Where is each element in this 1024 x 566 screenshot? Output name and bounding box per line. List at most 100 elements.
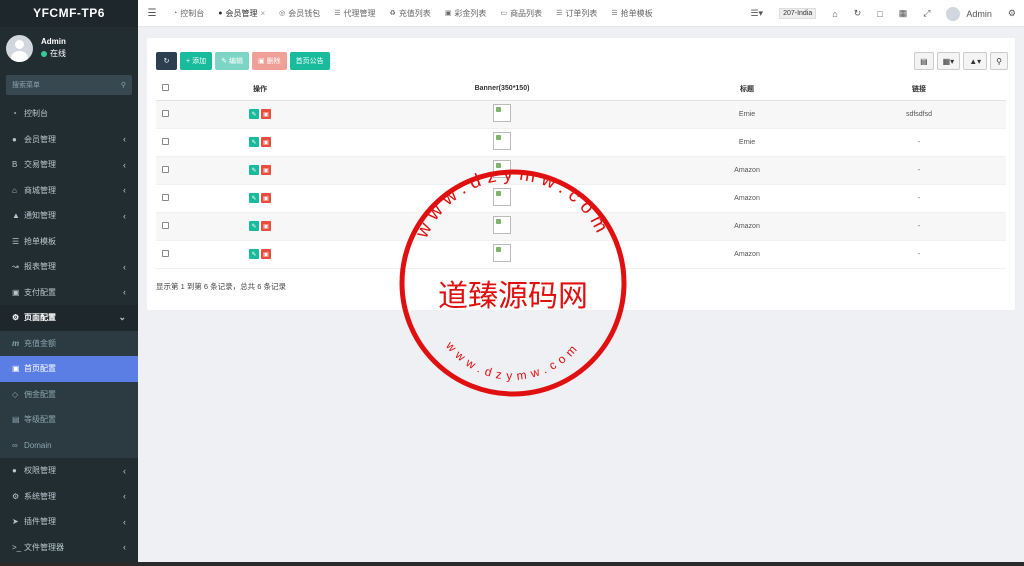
row-checkbox[interactable] (156, 212, 178, 241)
sidebar-item-notice[interactable]: ▲ 通知管理 ‹ (0, 203, 138, 229)
delete-button[interactable]: ▣ 删除 (251, 52, 287, 70)
tab-recharge[interactable]: ♻ 充值列表 (383, 0, 438, 27)
chevron-left-icon: ‹ (123, 542, 126, 553)
diamond-icon: ◇ (12, 389, 19, 399)
tab-grab-template[interactable]: ☰ 抢单模板 (604, 0, 659, 27)
search-button[interactable]: ⚲ (990, 52, 1008, 70)
sidebar-item-permissions[interactable]: ● 权限管理 ‹ (0, 458, 138, 484)
broken-image-icon (493, 160, 511, 178)
tab-agents[interactable]: ☰ 代理管理 (327, 0, 382, 27)
sidebar-item-grab-template[interactable]: ☰ 抢单模板 (0, 229, 138, 255)
toggle-view-button[interactable]: ▤ (914, 52, 934, 70)
edit-icon[interactable]: ✎ (249, 221, 259, 231)
sidebar-item-reports[interactable]: ↝ 报表管理 ‹ (0, 254, 138, 280)
settings-icon[interactable]: ⚙ (1000, 8, 1024, 19)
bell-icon: ▲ (12, 211, 20, 221)
translate-icon[interactable]: ▦ (891, 8, 916, 19)
row-link: - (832, 184, 1006, 213)
edit-icon[interactable]: ✎ (249, 137, 259, 147)
tab-bonus[interactable]: ▣ 彩金列表 (438, 0, 494, 27)
sidebar-item-members[interactable]: ● 会员管理 ‹ (0, 127, 138, 153)
sidebar-item-domain[interactable]: ∞ Domain (0, 432, 138, 458)
edit-icon[interactable]: ✎ (249, 249, 259, 259)
tab-orders[interactable]: ☰ 订单列表 (549, 0, 604, 27)
chart-icon: ↝ (12, 262, 19, 272)
delete-icon[interactable]: ▣ (261, 137, 271, 147)
avatar (946, 6, 961, 21)
chevron-left-icon: ‹ (123, 465, 126, 476)
row-link: - (832, 156, 1006, 185)
banner-image[interactable] (342, 100, 662, 129)
delete-icon[interactable]: ▣ (261, 165, 271, 175)
edit-icon[interactable]: ✎ (249, 165, 259, 175)
sidebar-item-shop[interactable]: ⌂ 商城管理 ‹ (0, 178, 138, 204)
banner-image[interactable] (342, 156, 662, 185)
trash-icon: ▣ (257, 58, 265, 65)
row-checkbox[interactable] (156, 128, 178, 157)
sidebar-item-commission[interactable]: ◇ 佣金配置 (0, 381, 138, 407)
row-actions: ✎ ▣ (178, 128, 342, 157)
banner-image[interactable] (342, 128, 662, 157)
edit-icon[interactable]: ✎ (249, 109, 259, 119)
language-select[interactable]: 207-India (771, 8, 824, 19)
tab-wallet[interactable]: ◎ 会员钱包 (272, 0, 327, 27)
gear-icon: ⚙ (12, 313, 20, 323)
sidebar-search-input[interactable]: 搜索菜单 ⚲ (6, 75, 132, 95)
avatar (6, 34, 33, 62)
menu-toggle-icon[interactable]: ☰ (138, 8, 166, 19)
edit-button[interactable]: ✎ 编辑 (215, 52, 249, 70)
tabs-dropdown-icon[interactable]: ☰▾ (742, 8, 771, 19)
row-title: Amazon (662, 184, 832, 213)
brand-logo[interactable]: YFCMF-TP6 (0, 0, 138, 27)
add-button[interactable]: + 添加 (180, 52, 213, 70)
dashboard-icon: ◔ (173, 9, 178, 17)
banner-image[interactable] (342, 184, 662, 213)
delete-icon[interactable]: ▣ (261, 193, 271, 203)
broken-image-icon (493, 216, 511, 234)
refresh-button[interactable]: ↻ (156, 52, 177, 70)
banner-image[interactable] (342, 212, 662, 241)
tab-members[interactable]: ● 会员管理 × (211, 0, 272, 27)
sidebar-item-recharge-amount[interactable]: m 充值金额 (0, 330, 138, 356)
top-navbar: ☰ ◔ 控制台 ● 会员管理 × ◎ 会员钱包 ☰ 代理管理 ♻ 充值列表 ▣ 彩金列表 ▭ 商… (138, 0, 1024, 27)
trash-icon[interactable]: □ (869, 9, 890, 19)
chevron-left-icon: ‹ (123, 134, 126, 145)
home-icon[interactable]: ⌂ (824, 9, 845, 19)
cart-icon: ♻ (389, 10, 396, 17)
sidebar-item-payment[interactable]: ▣ 支付配置 ‹ (0, 280, 138, 306)
columns-button[interactable]: ▦▾ (936, 52, 961, 70)
sidebar-item-dashboard[interactable]: ◔ 控制台 (0, 101, 138, 127)
fullscreen-icon[interactable]: ⤢ (915, 8, 938, 19)
monitor-icon: ▭ (500, 10, 508, 17)
row-checkbox[interactable] (156, 100, 178, 129)
sidebar-item-home-config[interactable]: ▣ 首页配置 (0, 356, 138, 382)
banner-image[interactable] (342, 240, 662, 269)
row-checkbox[interactable] (156, 240, 178, 269)
tab-products[interactable]: ▭ 商品列表 (493, 0, 549, 27)
select-all-checkbox[interactable] (156, 78, 178, 101)
content-panel: ↻ + 添加 ✎ 编辑 ▣ 删除 首页公告 ▤ ▦▾ ▲▾ ⚲ 操作 Banner(3… (147, 38, 1015, 310)
delete-icon[interactable]: ▣ (261, 109, 271, 119)
banner-table: 操作 Banner(350*150) 标题 链接 ✎ ▣ Ernie sdfsdf… (156, 78, 1006, 269)
row-checkbox[interactable] (156, 156, 178, 185)
sidebar-item-page-config[interactable]: ⚙ 页面配置 ⌄ (0, 305, 138, 331)
refresh-icon[interactable]: ↻ (846, 8, 870, 19)
home-notice-button[interactable]: 首页公告 (289, 52, 330, 70)
delete-icon[interactable]: ▣ (261, 249, 271, 259)
tab-dashboard[interactable]: ◔ 控制台 (166, 0, 211, 27)
user-menu[interactable]: Admin (938, 6, 1000, 21)
delete-icon[interactable]: ▣ (261, 221, 271, 231)
search-icon[interactable]: ⚲ (121, 81, 126, 89)
sidebar-item-system[interactable]: ⚙ 系统管理 ‹ (0, 484, 138, 510)
sidebar-item-level[interactable]: ▤ 等级配置 (0, 407, 138, 433)
export-button[interactable]: ▲▾ (963, 52, 988, 70)
table-tools: ▤ ▦▾ ▲▾ ⚲ (914, 52, 1008, 70)
sidebar-item-plugins[interactable]: ➤ 插件管理 ‹ (0, 509, 138, 535)
sidebar-item-files[interactable]: >_ 文件管理器 ‹ (0, 535, 138, 561)
row-checkbox[interactable] (156, 184, 178, 213)
close-icon[interactable]: × (260, 9, 265, 18)
sidebar-item-trade[interactable]: B 交易管理 ‹ (0, 152, 138, 178)
edit-icon[interactable]: ✎ (249, 193, 259, 203)
table-header-row: 操作 Banner(350*150) 标题 链接 (156, 78, 1006, 101)
header-link: 链接 (832, 78, 1006, 101)
